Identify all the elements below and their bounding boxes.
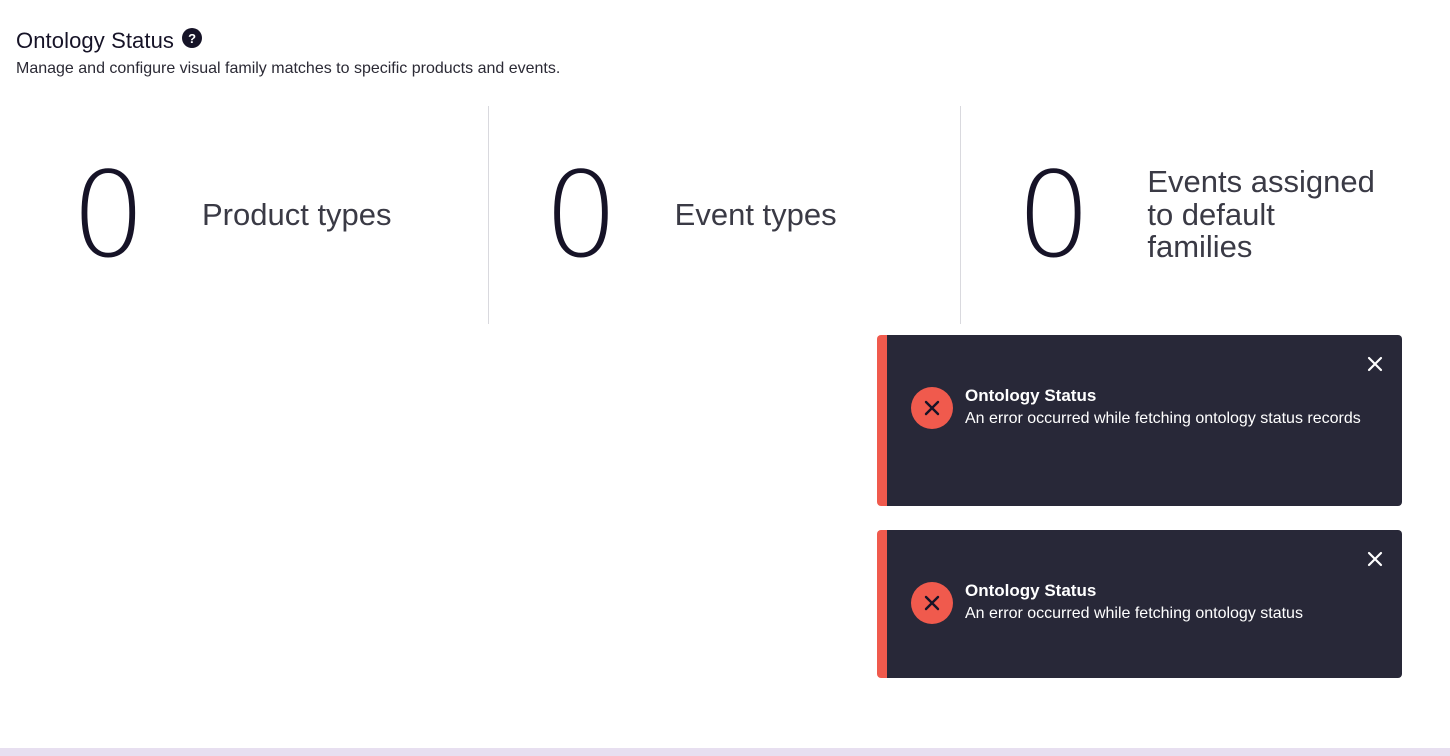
error-x-icon bbox=[911, 387, 953, 429]
bottom-bar bbox=[0, 748, 1450, 756]
page-header: Ontology Status ? Manage and configure v… bbox=[16, 28, 560, 78]
stat-value: 0 bbox=[71, 146, 147, 284]
close-icon[interactable] bbox=[1364, 353, 1386, 375]
title-row: Ontology Status ? bbox=[16, 28, 560, 54]
error-toast: Ontology Status An error occurred while … bbox=[877, 530, 1402, 678]
toast-title: Ontology Status bbox=[965, 386, 1097, 405]
ontology-status-page: Ontology Status ? Manage and configure v… bbox=[0, 0, 1450, 756]
error-x-icon bbox=[911, 582, 953, 624]
stat-label: Events assigned to default families bbox=[1147, 164, 1375, 265]
toast-title: Ontology Status bbox=[965, 581, 1097, 600]
page-subtitle: Manage and configure visual family match… bbox=[16, 60, 561, 77]
toast-message: An error occurred while fetching ontolog… bbox=[965, 605, 1303, 622]
stat-value: 0 bbox=[543, 146, 619, 284]
page-title: Ontology Status bbox=[16, 28, 175, 53]
toast-message: An error occurred while fetching ontolog… bbox=[965, 410, 1361, 427]
stat-label: Event types bbox=[674, 196, 837, 232]
stat-event-types: 0 Event types bbox=[489, 106, 962, 324]
stats-summary: 0 Product types 0 Event types 0 Events a… bbox=[16, 106, 1434, 324]
error-toast: Ontology Status An error occurred while … bbox=[877, 335, 1402, 506]
stat-events-default-families: 0 Events assigned to default families bbox=[961, 106, 1434, 324]
toast-body: Ontology Status An error occurred while … bbox=[965, 385, 1365, 430]
help-icon[interactable]: ? bbox=[182, 28, 203, 48]
stat-label: Product types bbox=[202, 196, 392, 232]
toast-body: Ontology Status An error occurred while … bbox=[965, 580, 1365, 625]
stat-product-types: 0 Product types bbox=[16, 106, 489, 324]
close-icon[interactable] bbox=[1364, 548, 1386, 570]
stat-value: 0 bbox=[1016, 146, 1092, 284]
